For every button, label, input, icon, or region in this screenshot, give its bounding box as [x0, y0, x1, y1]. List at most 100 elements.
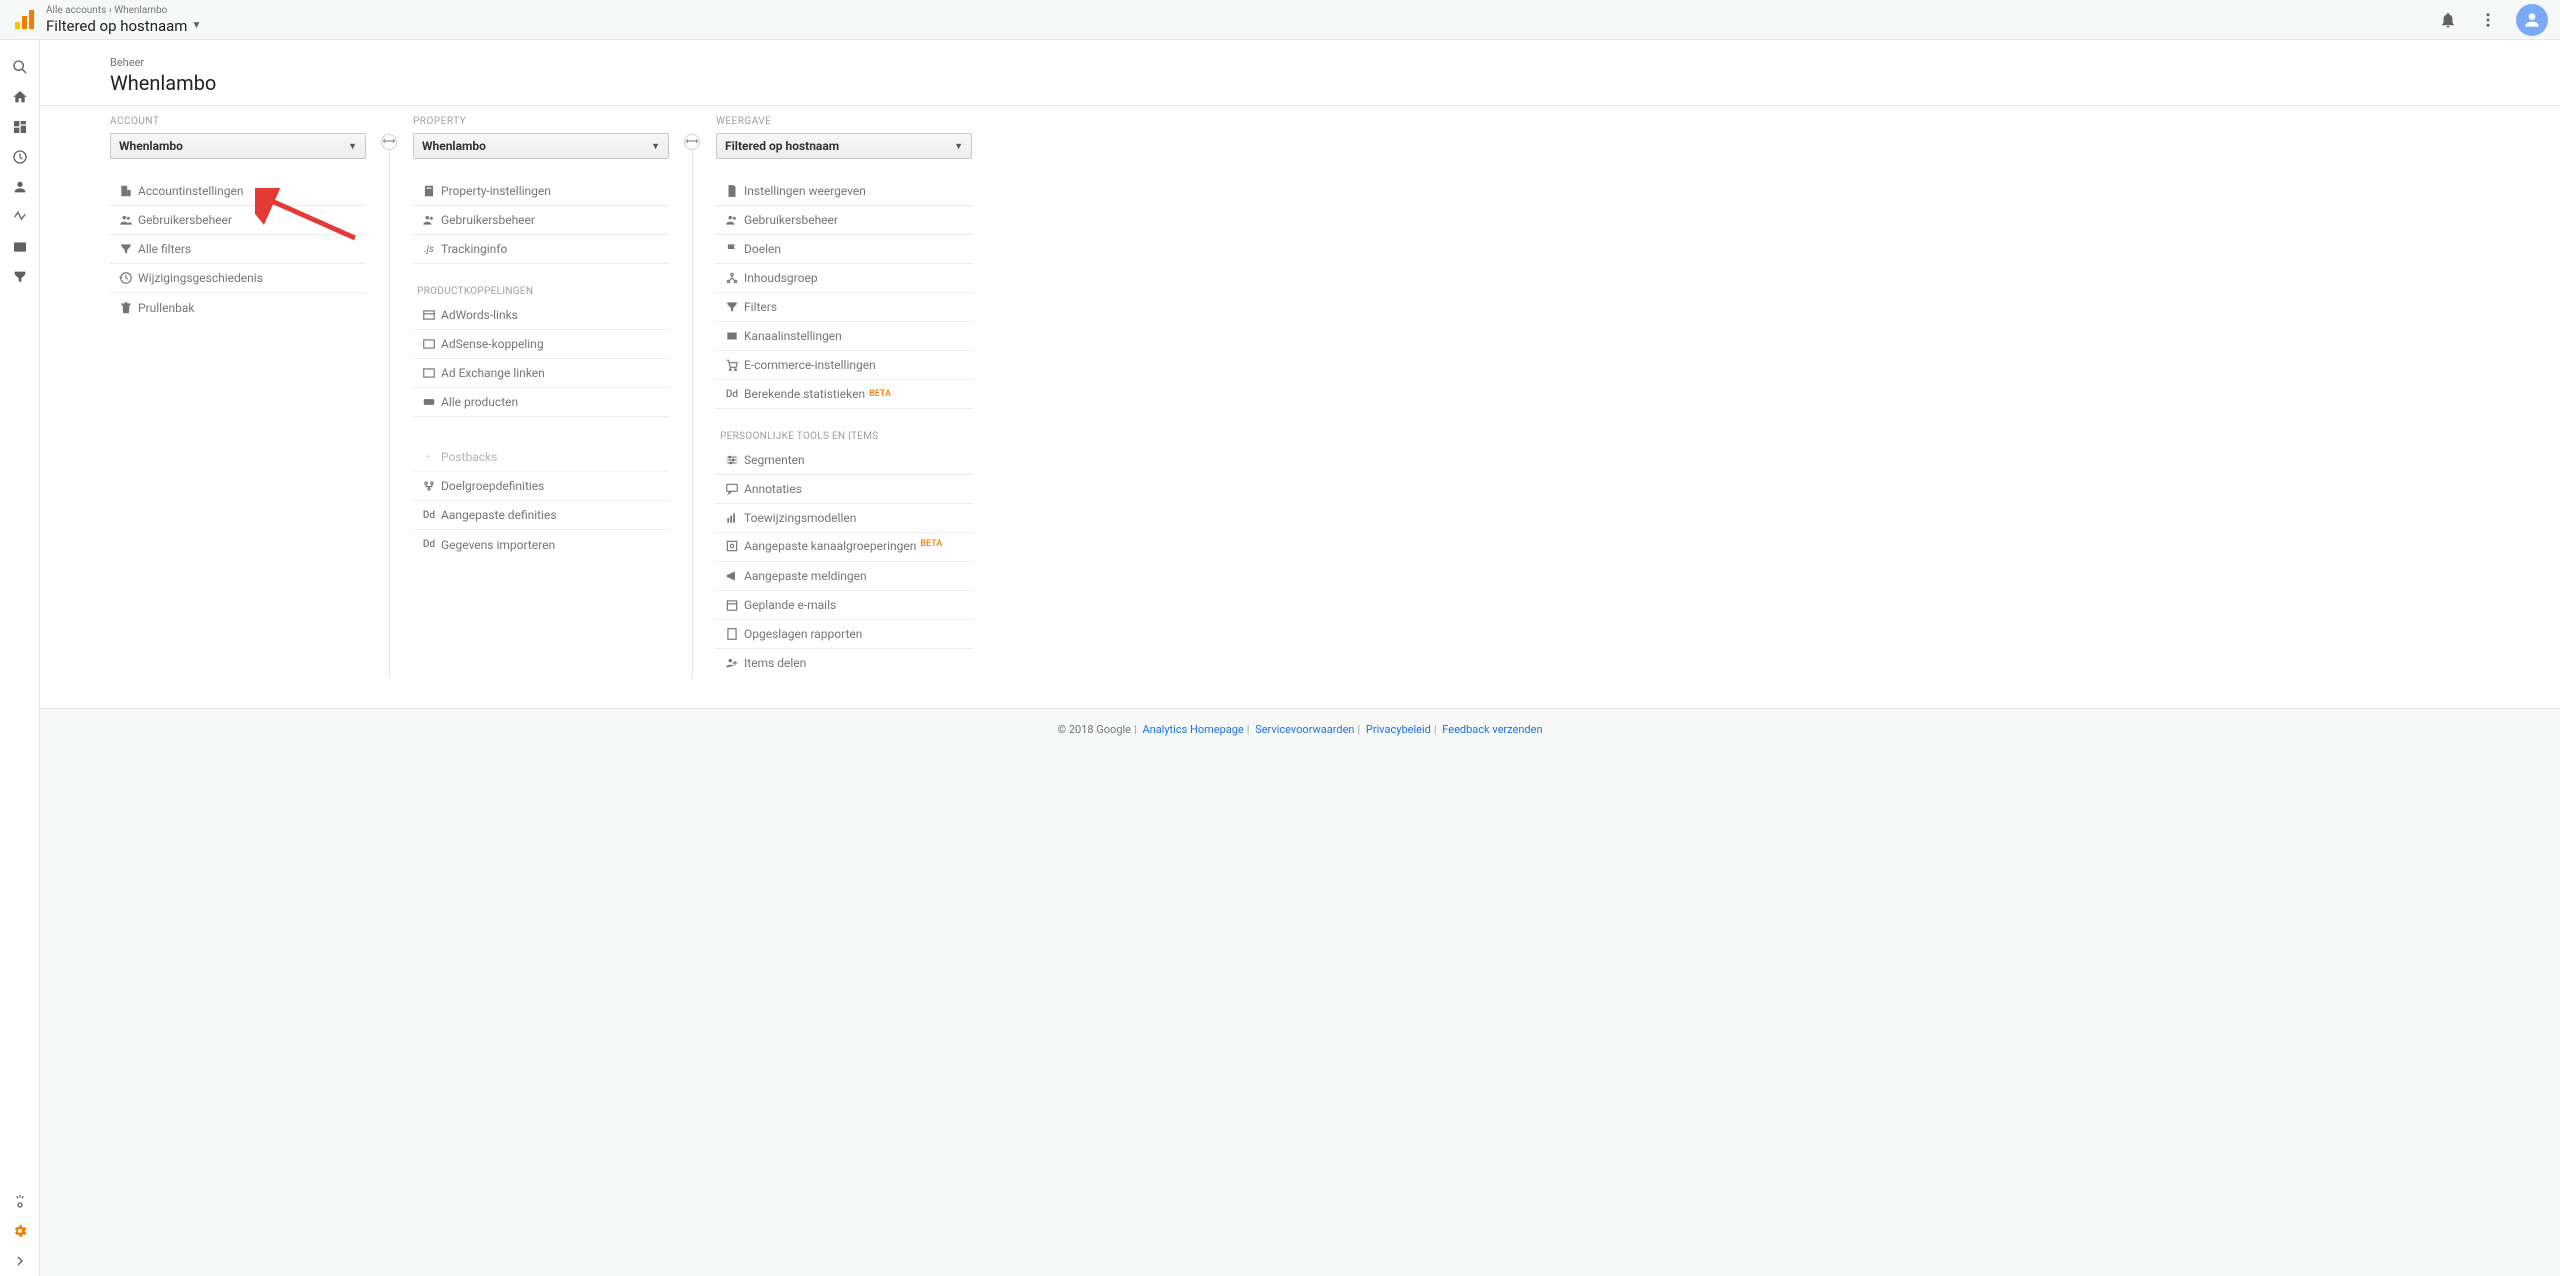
custom-def-item[interactable]: DdAangepaste definities: [413, 501, 669, 530]
notifications-icon[interactable]: [2436, 8, 2460, 32]
audience-def-item[interactable]: Doelgroepdefinities: [413, 472, 669, 501]
account-collapse-button[interactable]: ⟷: [381, 134, 397, 150]
view-settings-item[interactable]: Instellingen weergeven: [716, 177, 972, 206]
dd-icon: Dd: [417, 539, 441, 550]
trash-icon: [114, 301, 138, 315]
caret-down-icon: ▼: [651, 141, 660, 152]
search-icon[interactable]: [0, 52, 40, 82]
dd-icon: Dd: [417, 510, 441, 521]
adwords-links-item[interactable]: AdWords-links: [413, 301, 669, 330]
page-footer: © 2018 Google| Analytics Homepage| Servi…: [40, 708, 2560, 750]
property-settings-item[interactable]: Property-instellingen: [413, 177, 669, 206]
property-label: PROPERTY: [413, 116, 716, 127]
realtime-icon[interactable]: [0, 142, 40, 172]
footer-link-tos[interactable]: Servicevoorwaarden: [1255, 723, 1354, 736]
account-users-item[interactable]: Gebruikersbeheer: [110, 206, 366, 235]
attribution-models-item[interactable]: Toewijzingsmodellen: [716, 504, 972, 533]
home-icon[interactable]: [0, 82, 40, 112]
product-links-section: PRODUCTKOPPELINGEN: [417, 286, 716, 297]
dashboard-icon[interactable]: [0, 112, 40, 142]
settings-icon: [417, 184, 441, 198]
goals-item[interactable]: Doelen: [716, 235, 972, 264]
user-avatar[interactable]: [2516, 4, 2548, 36]
page-crumb: Beheer: [110, 56, 2490, 69]
adsense-icon: [417, 337, 441, 351]
adexchange-link-item[interactable]: Ad Exchange linken: [413, 359, 669, 388]
discover-icon[interactable]: [0, 1186, 40, 1216]
footer-link-feedback[interactable]: Feedback verzenden: [1442, 723, 1542, 736]
account-selector[interactable]: Whenlambo▼: [110, 133, 366, 159]
app-header: Alle accounts › Whenlambo Filtered op ho…: [0, 0, 2560, 40]
account-settings-item[interactable]: Accountinstellingen: [110, 177, 366, 206]
annotations-item[interactable]: Annotaties: [716, 475, 972, 504]
custom-alerts-item[interactable]: Aangepaste meldingen: [716, 562, 972, 591]
document-icon: [720, 184, 744, 198]
data-import-item[interactable]: DdGegevens importeren: [413, 530, 669, 559]
users-icon: [720, 213, 744, 227]
header-breadcrumb[interactable]: Alle accounts › Whenlambo: [46, 5, 201, 17]
collapse-nav-icon[interactable]: [0, 1246, 40, 1276]
page-header: Beheer Whenlambo: [40, 40, 2560, 106]
property-tracking-item[interactable]: .jsTrackinginfo: [413, 235, 669, 264]
postback-icon: [417, 450, 441, 464]
main-content: Beheer Whenlambo ACCOUNT Whenlambo▼: [40, 40, 2560, 1276]
property-collapse-button[interactable]: ⟷: [684, 134, 700, 150]
account-filters-item[interactable]: Alle filters: [110, 235, 366, 264]
footer-link-homepage[interactable]: Analytics Homepage: [1142, 723, 1243, 736]
property-users-item[interactable]: Gebruikersbeheer: [413, 206, 669, 235]
speech-icon: [720, 482, 744, 496]
calc-metrics-item[interactable]: DdBerekende statistiekenBETA: [716, 380, 972, 409]
postbacks-item[interactable]: Postbacks: [413, 443, 669, 472]
users-icon: [417, 213, 441, 227]
view-filters-item[interactable]: Filters: [716, 293, 972, 322]
scheduled-emails-item[interactable]: Geplande e-mails: [716, 591, 972, 620]
calendar-icon: [720, 598, 744, 612]
channel-settings-item[interactable]: Kanaalinstellingen: [716, 322, 972, 351]
segments-icon: [720, 453, 744, 467]
view-selector-dropdown[interactable]: Filtered op hostnaam▼: [716, 133, 972, 159]
account-label: ACCOUNT: [110, 116, 413, 127]
behavior-icon[interactable]: [0, 232, 40, 262]
js-icon: .js: [417, 244, 441, 255]
view-selector[interactable]: Filtered op hostnaam ▼: [46, 17, 201, 35]
copyright-text: © 2018 Google: [1057, 723, 1131, 736]
adwords-icon: [417, 308, 441, 322]
custom-channel-groups-item[interactable]: Aangepaste kanaalgroeperingenBETA: [716, 533, 972, 562]
account-column: ACCOUNT Whenlambo▼ Accountinstellingen: [110, 116, 413, 678]
conversions-icon[interactable]: [0, 262, 40, 292]
view-users-item[interactable]: Gebruikersbeheer: [716, 206, 972, 235]
audience-icon[interactable]: [0, 172, 40, 202]
filter-icon: [114, 242, 138, 256]
footer-link-privacy[interactable]: Privacybeleid: [1366, 723, 1431, 736]
view-column: WEERGAVE Filtered op hostnaam▼ Instellin…: [716, 116, 1019, 678]
adsense-link-item[interactable]: AdSense-koppeling: [413, 330, 669, 359]
account-history-item[interactable]: Wijzigingsgeschiedenis: [110, 264, 366, 293]
content-group-item[interactable]: Inhoudsgroep: [716, 264, 972, 293]
share-icon: [720, 656, 744, 670]
admin-icon[interactable]: [0, 1216, 40, 1246]
caret-down-icon: ▼: [954, 141, 963, 152]
page-title: Whenlambo: [110, 71, 2490, 95]
adexchange-icon: [417, 366, 441, 380]
dd-icon: Dd: [720, 389, 744, 400]
bars-icon: [720, 511, 744, 525]
all-products-item[interactable]: Alle producten: [413, 388, 669, 417]
view-label: WEERGAVE: [716, 116, 1019, 127]
cart-icon: [720, 358, 744, 372]
megaphone-icon: [720, 569, 744, 583]
filter-icon: [720, 300, 744, 314]
account-trash-item[interactable]: Prullenbak: [110, 293, 366, 322]
audience-def-icon: [417, 479, 441, 493]
more-menu-icon[interactable]: [2476, 8, 2500, 32]
share-assets-item[interactable]: Items delen: [716, 649, 972, 678]
segments-item[interactable]: Segmenten: [716, 446, 972, 475]
property-selector[interactable]: Whenlambo▼: [413, 133, 669, 159]
ecommerce-settings-item[interactable]: E-commerce-instellingen: [716, 351, 972, 380]
history-icon: [114, 271, 138, 285]
acquisition-icon[interactable]: [0, 202, 40, 232]
custom-channel-icon: [720, 539, 744, 553]
saved-reports-item[interactable]: Opgeslagen rapporten: [716, 620, 972, 649]
saved-reports-icon: [720, 627, 744, 641]
property-column: PROPERTY Whenlambo▼ Property-instellinge…: [413, 116, 716, 678]
users-icon: [114, 213, 138, 227]
